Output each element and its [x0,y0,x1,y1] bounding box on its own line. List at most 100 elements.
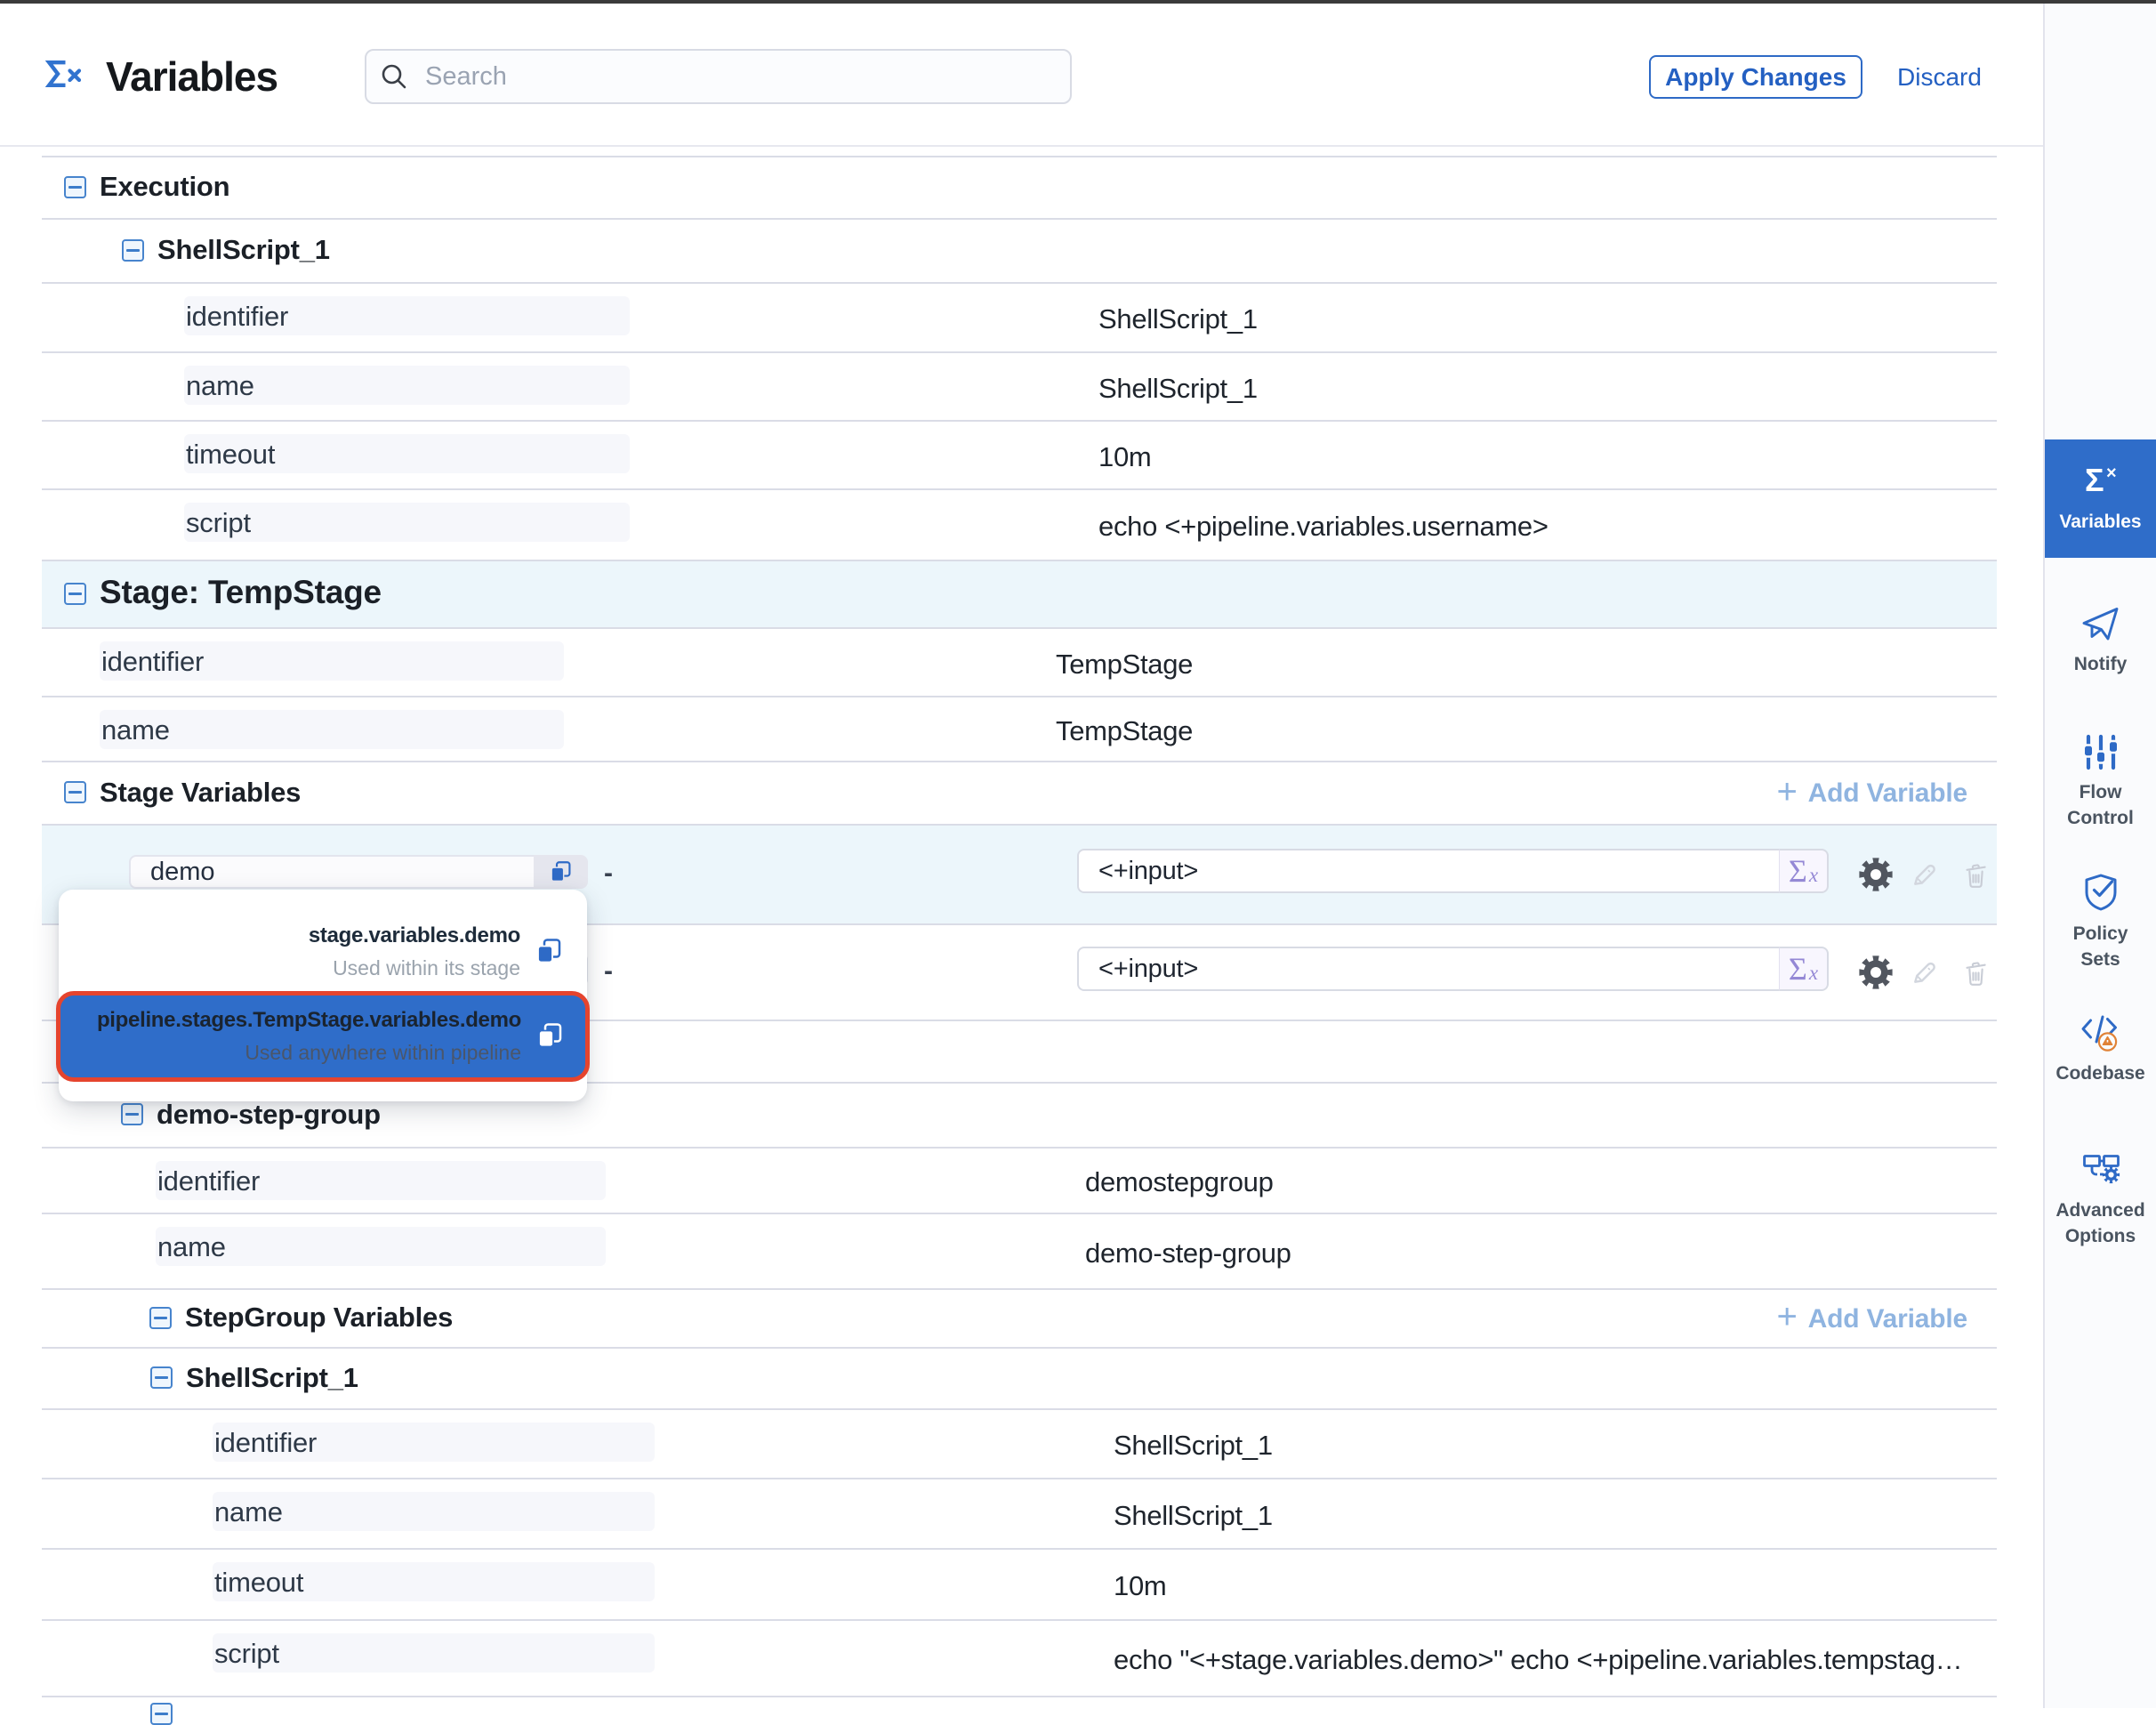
collapse-toggle-icon[interactable] [122,239,144,262]
plus-icon: + [1776,1297,1797,1337]
variable-name-input[interactable]: demo [129,855,534,889]
field-value: ShellScript_1 [1114,1430,1273,1462]
search-icon [381,63,407,90]
tree-field-row: nameShellScript_1 [0,351,2043,420]
gear-icon[interactable] [1858,857,1894,892]
advanced-options-icon [2081,1153,2120,1189]
row-divider [42,627,1997,629]
popover-option-text: pipeline.stages.TempStage.variables.demo [59,1008,521,1033]
header-divider [0,145,2043,147]
field-label: name [157,1231,226,1263]
flow-control-sliders-icon [2081,733,2120,770]
right-rail: Σ ×Variables Notify FlowControl PolicySe… [2043,4,2156,1708]
section-label: Stage: TempStage [100,574,382,611]
field-label-box [184,503,630,542]
collapse-toggle-icon[interactable] [64,176,86,198]
copy-icon[interactable] [549,860,573,884]
variable-name-copy-button[interactable] [534,855,588,889]
variable-name-input-group: demo [129,855,588,889]
notify-send-icon [2080,605,2121,642]
edit-pencil-icon[interactable] [1910,958,1939,987]
search-box[interactable] [365,49,1072,104]
delete-trash-icon[interactable] [1962,861,1990,889]
sidebar-item-label: AdvancedOptions [2045,1197,2156,1249]
tree-field-row: timeout10m [0,1548,2043,1619]
tree-section-row: Stage Variables +Add Variable [0,761,2043,824]
copy-icon[interactable] [535,938,563,966]
sidebar-item-label: Variables [2045,509,2156,535]
collapse-toggle-icon[interactable] [121,1103,143,1125]
field-value: echo "<+stage.variables.demo>" echo <+pi… [1114,1644,1970,1676]
tree-field-row: identifierShellScript_1 [0,282,2043,351]
variable-value-input-group: <+input> Σx [1077,849,1829,893]
window-top-bar [0,0,2156,4]
tree-section-row: StepGroup Variables+Add Variable [0,1288,2043,1347]
search-input[interactable] [423,61,1037,93]
apply-changes-button[interactable]: Apply Changes [1649,55,1862,99]
collapse-toggle-icon[interactable] [149,1307,172,1329]
tree-field-row: timeout10m [0,420,2043,488]
tree-field-row: scriptecho "<+stage.variables.demo>" ech… [0,1619,2043,1696]
row-divider [42,696,1997,697]
collapse-toggle-icon[interactable] [64,781,86,803]
row-divider [42,560,1997,561]
field-value: ShellScript_1 [1098,303,1258,335]
variable-value-input[interactable]: <+input> [1077,947,1779,991]
copy-icon[interactable] [535,1022,564,1051]
sidebar-item-codebase[interactable]: Codebase [2045,1002,2156,1108]
tree-field-row: scriptecho <+pipeline.variables.username… [0,488,2043,560]
tree-section-row: ShellScript_1 [0,218,2043,282]
section-label: Stage Variables [100,777,301,809]
field-value: TempStage [1056,649,1193,681]
variables-panel-header: Variables Apply Changes Discard [0,4,2043,146]
codebase-icon [2080,1012,2122,1052]
sidebar-item-variables[interactable]: Σ ×Variables [2045,439,2156,558]
sigma-x-glyph: Σx [1789,852,1818,890]
gear-icon[interactable] [1858,955,1894,990]
variable-type-dash: - [604,858,613,889]
field-label: identifier [101,646,204,678]
field-value: ShellScript_1 [1114,1500,1273,1532]
sidebar-item-advanced-options[interactable]: AdvancedOptions [2045,1141,2156,1274]
variable-actions [1858,857,1990,897]
field-label: timeout [214,1567,303,1599]
tree-field-row: nameTempStage [0,696,2043,761]
add-variable-button[interactable]: +Add Variable [1776,774,1967,814]
field-label: identifier [157,1165,260,1197]
collapse-toggle-icon[interactable] [64,583,86,605]
popover-option-pipeline-scope[interactable]: pipeline.stages.TempStage.variables.demo… [59,994,587,1079]
tree-field-row: name ShellScript_1 [0,1478,2043,1548]
popover-option-subtext: Used within its stage [59,956,520,980]
delete-trash-icon[interactable] [1962,959,1990,987]
add-variable-button[interactable]: + Add Variable [1776,1299,1967,1339]
tree-section-row: Execution [0,156,2043,218]
field-label: name [214,1496,283,1528]
discard-button[interactable]: Discard [1897,55,1982,99]
tree-field-row: identifierShellScript_1 [0,1408,2043,1478]
row-divider [42,488,1997,490]
sidebar-item-notify[interactable]: Notify [2045,594,2156,701]
sidebar-item-policy-sets[interactable]: PolicySets [2045,862,2156,996]
add-variable-label: Add Variable [1808,1304,1967,1334]
field-label: timeout [186,439,275,471]
popover-option-texts: pipeline.stages.TempStage.variables.demo… [59,1008,521,1065]
expression-sigma-button[interactable]: Σx [1779,849,1829,893]
edit-pencil-icon[interactable] [1910,860,1939,890]
expression-sigma-button[interactable]: Σx [1779,947,1829,991]
popover-option-stage-scope[interactable]: stage.variables.demo Used within its sta… [59,890,587,991]
variable-actions [1858,955,1990,995]
row-divider [42,1213,1997,1214]
tree-section-row: Stage: TempStage [0,560,2043,627]
row-divider [42,761,1997,762]
collapse-toggle-icon[interactable] [150,1703,173,1725]
collapse-toggle-icon[interactable] [150,1366,173,1389]
add-variable-label: Add Variable [1808,778,1967,809]
sidebar-item-flow-control[interactable]: FlowControl [2045,722,2156,856]
policy-shield-icon [2082,873,2120,912]
variable-value-input[interactable]: <+input> [1077,849,1779,893]
tree-field-row: identifierdemostepgroup [0,1147,2043,1213]
row-divider [42,1288,1997,1290]
field-label: name [186,370,254,402]
section-label: ShellScript_1 [157,234,330,266]
row-divider [42,1619,1997,1621]
